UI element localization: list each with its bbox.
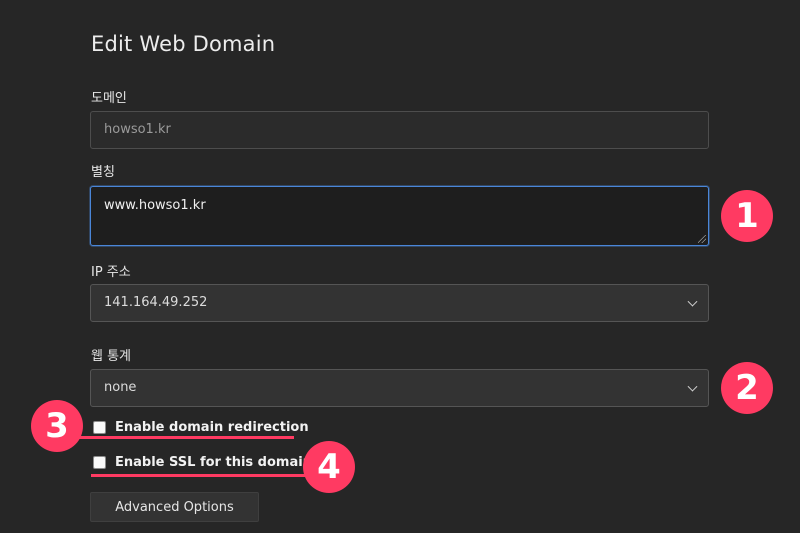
chevron-down-icon <box>687 296 698 307</box>
chevron-down-icon <box>687 381 698 392</box>
redirect-checkbox-row[interactable]: Enable domain redirection <box>93 420 309 435</box>
annotation-underline-4 <box>91 474 324 477</box>
stats-label: 웹 통계 <box>91 349 132 364</box>
alias-label: 별칭 <box>91 165 115 180</box>
annotation-underline-3 <box>61 436 294 439</box>
redirect-checkbox-label[interactable]: Enable domain redirection <box>115 420 309 435</box>
ssl-checkbox[interactable] <box>93 456 106 469</box>
advanced-options-label: Advanced Options <box>115 499 234 515</box>
alias-textarea-value: www.howso1.kr <box>104 198 206 213</box>
ip-select-value: 141.164.49.252 <box>104 295 208 310</box>
alias-textarea[interactable]: www.howso1.kr <box>90 186 709 246</box>
annotation-badge-3: 3 <box>31 400 83 452</box>
domain-input[interactable]: howso1.kr <box>90 111 709 149</box>
stats-select[interactable]: none <box>90 369 709 407</box>
resize-grip-icon[interactable] <box>698 235 706 243</box>
ssl-checkbox-label[interactable]: Enable SSL for this domain <box>115 455 312 470</box>
advanced-options-button[interactable]: Advanced Options <box>90 492 259 522</box>
annotation-badge-2: 2 <box>721 362 773 414</box>
ssl-checkbox-row[interactable]: Enable SSL for this domain <box>93 455 312 470</box>
domain-input-value: howso1.kr <box>104 122 171 137</box>
ip-select[interactable]: 141.164.49.252 <box>90 284 709 322</box>
domain-label: 도메인 <box>91 91 127 106</box>
ip-label: IP 주소 <box>91 265 131 280</box>
annotation-badge-4: 4 <box>303 441 355 493</box>
redirect-checkbox[interactable] <box>93 421 106 434</box>
page-title: Edit Web Domain <box>91 32 276 56</box>
stats-select-value: none <box>104 380 137 395</box>
annotation-badge-1: 1 <box>721 190 773 242</box>
